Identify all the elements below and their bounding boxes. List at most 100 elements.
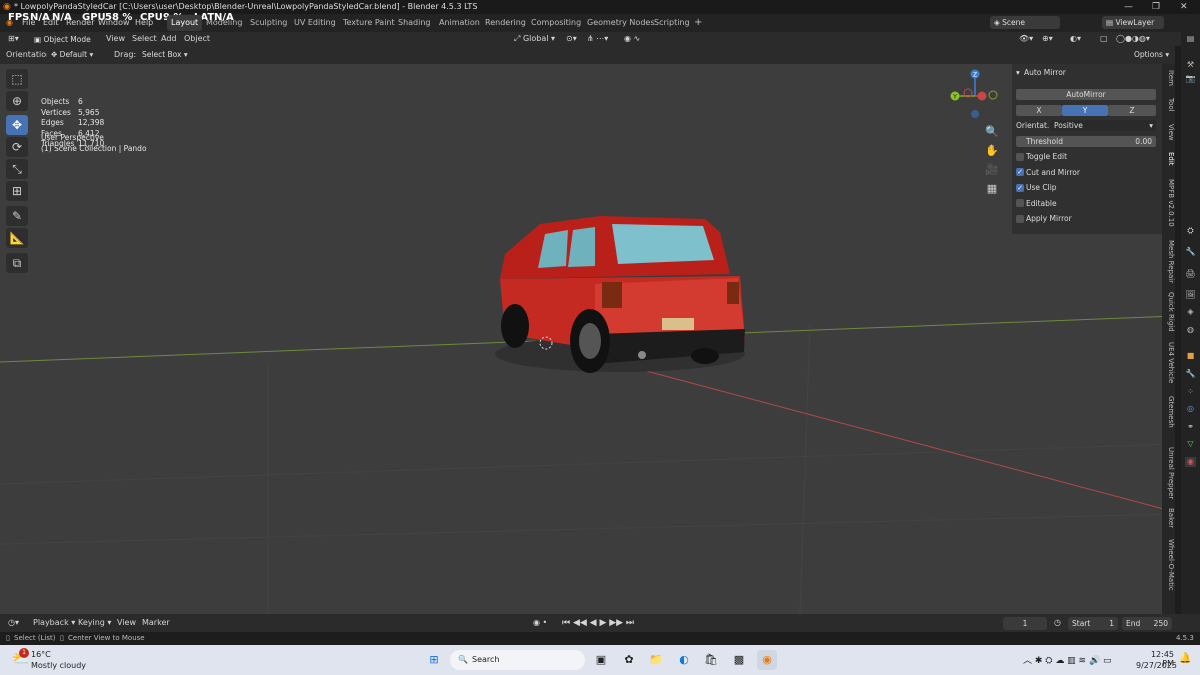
pivot-icon[interactable]: ⊙▾ [566, 32, 577, 46]
measure-tool-icon[interactable]: 📐 [6, 228, 28, 248]
apply-mirror-checkbox[interactable] [1016, 215, 1024, 223]
axis-x-button[interactable]: X [1016, 105, 1062, 116]
tab-animation[interactable]: Animation [439, 14, 480, 32]
select-box-icon[interactable]: ⬚ [6, 69, 28, 89]
tab-mpfb[interactable]: MPFB v2.0.10 [1162, 179, 1175, 227]
material-icon[interactable]: ◉ [1185, 457, 1196, 467]
view-layer-icon[interactable]: 🖼 [1185, 290, 1196, 300]
tab-baker[interactable]: Baker [1162, 508, 1175, 528]
tray-icons[interactable]: ︿ ✱ ⛭ ☁ ▥ ≋ 🔊 ▭ [1023, 653, 1112, 666]
search-box[interactable]: 🔍 Search [450, 650, 585, 670]
tab-shading[interactable]: Shading [398, 14, 431, 32]
minimize-icon[interactable]: — [1124, 0, 1133, 14]
axis-y-button[interactable]: Y [1062, 105, 1108, 116]
gizmo-toggle-icon[interactable]: ⊕▾ [1042, 32, 1053, 46]
notification-bell-icon[interactable]: 🔔 [1179, 653, 1191, 664]
cut-and-mirror-checkbox[interactable]: ✓ [1016, 168, 1024, 176]
keying-menu[interactable]: Keying ▾ [78, 614, 111, 632]
physics-icon[interactable]: ◎ [1185, 404, 1196, 414]
proportional-edit-icon[interactable]: ◉ ∿ [624, 32, 640, 46]
tab-tool[interactable]: Tool [1162, 98, 1175, 112]
tool-props-icon[interactable]: ⚒ [1185, 60, 1196, 70]
render-props-icon[interactable]: 📷 [1185, 74, 1196, 84]
use-clip-checkbox[interactable]: ✓ [1016, 184, 1024, 192]
tab-scripting[interactable]: Scripting [654, 14, 690, 32]
constraints-icon[interactable]: ⚭ [1185, 422, 1196, 432]
xray-icon[interactable]: ▢ [1100, 32, 1108, 46]
end-frame-field[interactable]: End 250 [1122, 617, 1172, 630]
particles-icon[interactable]: ⁘ [1185, 387, 1196, 397]
tab-gtemesh[interactable]: Gtemesh [1162, 396, 1175, 428]
output-icon[interactable]: 🖨 [1185, 269, 1196, 279]
navigation-gizmo[interactable]: Z Y [945, 66, 1005, 126]
tab-view[interactable]: View [1162, 124, 1175, 141]
shading-modes-icon[interactable]: ◯●◑◍▾ [1116, 32, 1150, 46]
scene-props-icon[interactable]: ◈ [1185, 307, 1196, 317]
scale-tool-icon[interactable]: ⤡ [6, 159, 28, 179]
viewlayer-selector[interactable]: ▤ ViewLayer [1102, 16, 1164, 29]
header-add-menu[interactable]: Add [161, 32, 177, 46]
start-frame-field[interactable]: Start 1 [1068, 617, 1118, 630]
mode-selector[interactable]: ▣ Object Mode [30, 33, 96, 46]
task-view-icon[interactable]: ▣ [591, 650, 611, 670]
orientation-select[interactable]: Positive ▾ [1050, 120, 1156, 131]
blender-taskbar-icon[interactable]: ◉ [757, 650, 777, 670]
collapse-arrow-icon[interactable]: ▾ [1016, 68, 1020, 77]
file-explorer-icon[interactable]: 📁 [646, 650, 666, 670]
transform-orientation[interactable]: ⤢ Global ▾ [514, 32, 555, 46]
editable-checkbox[interactable] [1016, 199, 1024, 207]
car-model[interactable] [495, 216, 745, 373]
properties-editor-icon[interactable]: ▤ [1185, 34, 1196, 44]
tab-compositing[interactable]: Compositing [531, 14, 581, 32]
rotate-tool-icon[interactable]: ⟳ [6, 137, 28, 157]
playback-menu[interactable]: Playback ▾ [33, 614, 75, 632]
tab-quick-rigid[interactable]: Quick Rigid [1162, 292, 1175, 332]
annotate-tool-icon[interactable]: ✎ [6, 206, 28, 226]
drag-dropdown[interactable]: Select Box ▾ [138, 48, 190, 61]
tab-rendering[interactable]: Rendering [485, 14, 526, 32]
copilot-icon[interactable]: ✿ [619, 650, 639, 670]
camera-icon[interactable]: 🎥 [984, 160, 1000, 179]
tab-uv-editing[interactable]: UV Editing [294, 14, 336, 32]
add-workspace-icon[interactable]: + [694, 14, 702, 32]
snap-icon[interactable]: ⋔ ⋯▾ [587, 32, 608, 46]
threshold-field[interactable]: Threshold 0.00 [1016, 136, 1156, 147]
close-icon[interactable]: ✕ [1180, 0, 1188, 14]
edge-icon[interactable]: ◐ [674, 650, 694, 670]
toggle-edit-checkbox[interactable] [1016, 153, 1024, 161]
store-icon[interactable]: 🛍 [701, 650, 721, 670]
tab-unreal-prepper[interactable]: Unreal Prepper [1162, 447, 1175, 499]
editor-type-icon[interactable]: ⊞▾ [8, 32, 19, 46]
orientation-dropdown[interactable]: ✥ Default ▾ [47, 48, 109, 61]
world-icon[interactable]: ◍ [1185, 325, 1196, 335]
add-cube-tool-icon[interactable]: ⧉ [6, 253, 28, 273]
tab-geometry-nodes[interactable]: Geometry Nodes [587, 14, 654, 32]
maximize-icon[interactable]: ❐ [1152, 0, 1160, 14]
active-tool-icon[interactable]: ⛭ [1185, 226, 1196, 236]
tab-sculpting[interactable]: Sculpting [250, 14, 287, 32]
tab-edit[interactable]: Edit [1162, 152, 1175, 166]
header-object-menu[interactable]: Object [184, 32, 210, 46]
marker-menu[interactable]: Marker [142, 614, 170, 632]
render-icon[interactable]: 🔧 [1185, 247, 1196, 257]
scene-selector[interactable]: ◈ Scene [990, 16, 1060, 29]
axis-z-button[interactable]: Z [1108, 105, 1156, 116]
ortho-grid-icon[interactable]: ▦ [984, 179, 1000, 198]
header-view-menu[interactable]: View [106, 32, 125, 46]
tab-ue4-vehicle[interactable]: UE4 Vehicle [1162, 342, 1175, 383]
start-icon[interactable]: ⊞ [424, 650, 444, 670]
tab-texture-paint[interactable]: Texture Paint [343, 14, 395, 32]
cursor-tool-icon[interactable]: ⊕ [6, 91, 28, 111]
modifier-icon[interactable]: 🔧 [1185, 369, 1196, 379]
tab-layout[interactable]: Layout [167, 15, 203, 31]
zoom-icon[interactable]: 🔍 [984, 122, 1000, 141]
tab-mesh-repair[interactable]: Mesh Repair [1162, 240, 1175, 283]
automirror-button[interactable]: AutoMirror [1016, 89, 1156, 100]
tab-modeling[interactable]: Modeling [206, 14, 242, 32]
current-frame-field[interactable]: 1 [1003, 617, 1047, 630]
timeline-editor-icon[interactable]: ◷▾ [8, 614, 19, 632]
timeline-view-menu[interactable]: View [117, 614, 136, 632]
playback-controls[interactable]: ⏮ ◀◀ ◀ ▶ ▶▶ ⏭ [562, 614, 634, 632]
tab-wheel-o-matic[interactable]: Wheel-O-Matic [1162, 539, 1175, 591]
tab-item[interactable]: Item [1162, 70, 1175, 86]
